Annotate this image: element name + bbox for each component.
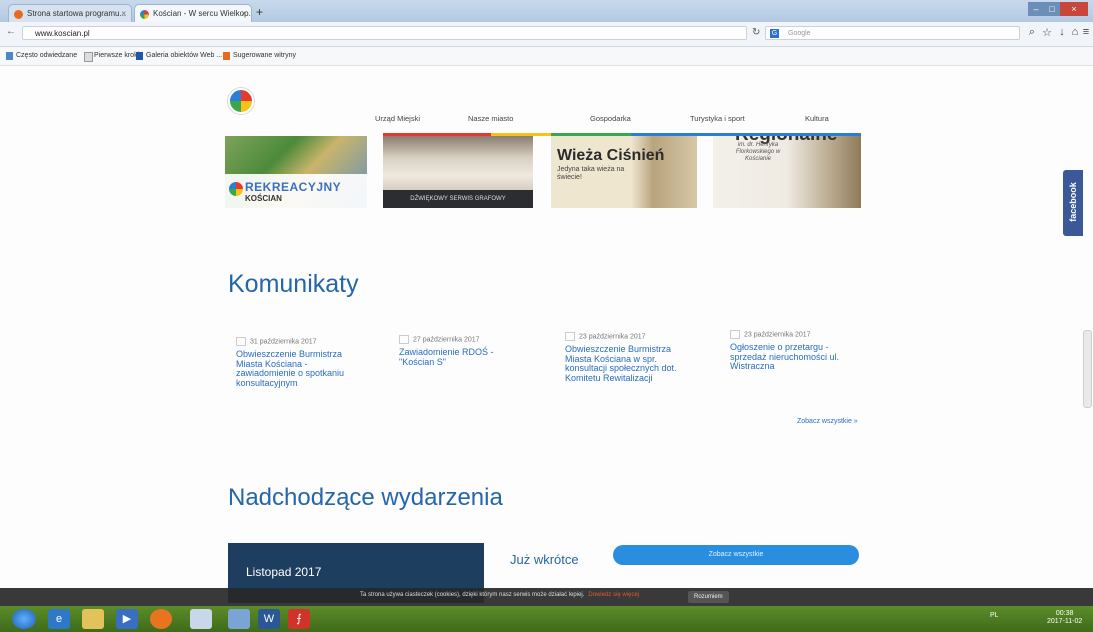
news-date: 23 października 2017 — [579, 333, 646, 341]
media-player-icon[interactable]: ▶ — [116, 609, 138, 629]
cookie-text: Ta strona używa ciasteczek (cookies), dz… — [360, 592, 585, 598]
menu-item-urzad[interactable]: Urząd Miejski — [375, 114, 420, 123]
news-title[interactable]: Obwieszczenie Burmistrza Miasta Kościana… — [565, 344, 695, 383]
tab-start-page[interactable]: Strona startowa programu... × — [8, 4, 132, 22]
page-icon — [84, 52, 93, 62]
download-arrow-icon[interactable]: ↓ — [1055, 26, 1069, 38]
bookmark-item[interactable]: Często odwiedzane — [6, 47, 77, 65]
tab-close-icon[interactable]: × — [121, 5, 126, 22]
menu-item-gospodarka[interactable]: Gospodarka — [590, 114, 631, 123]
banner-wieza-cisnien[interactable]: Wieża Ciśnień Jedyna taka wieża na świec… — [551, 136, 697, 208]
word-icon[interactable]: W — [258, 609, 280, 629]
banner-title: Wieża Ciśnień — [557, 147, 665, 164]
news-item[interactable]: 27 października 2017 Zawiadomienie RDOŚ … — [399, 335, 529, 367]
news-item[interactable]: 23 października 2017 Obwieszczenie Burmi… — [565, 332, 695, 383]
news-item[interactable]: 31 października 2017 Obwieszczenie Burmi… — [236, 337, 366, 388]
close-window-button[interactable]: × — [1060, 2, 1088, 16]
clock-time: 00:38 — [1055, 610, 1074, 617]
news-item[interactable]: 23 października 2017 Ogłoszenie o przeta… — [730, 330, 860, 372]
calendar-icon — [730, 330, 740, 339]
news-date: 27 października 2017 — [413, 336, 480, 344]
events-soon-label: Już wkrótce — [510, 552, 579, 567]
menu-item-nasze-miasto[interactable]: Nasze miasto — [468, 114, 513, 123]
scrollbar-thumb[interactable] — [1083, 330, 1092, 408]
calendar-icon — [399, 335, 409, 344]
firefox-icon[interactable] — [150, 609, 172, 629]
banner-caption: DŹWIĘKOWY SERWIS GRAFOWY — [383, 190, 533, 208]
internet-explorer-icon[interactable]: e — [48, 609, 70, 629]
banner-photo-archive[interactable]: DŹWIĘKOWY SERWIS GRAFOWY — [383, 136, 533, 208]
bookmark-icon — [136, 52, 143, 60]
back-arrow-icon[interactable]: ← — [6, 26, 16, 37]
see-all-news-link[interactable]: Zobacz wszystkie » — [797, 418, 858, 425]
system-tray[interactable]: PL — [990, 612, 999, 619]
taskbar-clock[interactable]: 00:38 2017-11-02 — [1047, 610, 1082, 626]
news-date: 31 października 2017 — [250, 338, 317, 346]
bookmark-star-icon[interactable]: ☆ — [1040, 26, 1054, 39]
search-engine-icon: G — [770, 29, 779, 38]
cookie-more-link[interactable]: Dowiedz się więcej — [588, 592, 639, 598]
cookie-bar: Ta strona używa ciasteczek (cookies), dz… — [0, 588, 1093, 606]
banner-rekreacyjny[interactable]: REKREACYJNY KOŚCIAN — [225, 136, 367, 208]
new-tab-button[interactable]: + — [256, 5, 263, 19]
calendar-icon — [565, 332, 575, 341]
section-title-events: Nadchodzące wydarzenia — [228, 484, 503, 511]
events-month: Listopad 2017 — [246, 565, 322, 579]
banner-subtitle: Jedyna taka wieża na świecie! — [557, 166, 625, 181]
pdf-reader-icon[interactable]: ⨍ — [288, 609, 310, 629]
clock-date: 2017-11-02 — [1047, 618, 1083, 625]
bookmark-item[interactable]: Sugerowane witryny — [223, 47, 296, 65]
banner-subtitle: KOŚCIAN — [245, 194, 282, 203]
menu-item-kultura[interactable]: Kultura — [805, 114, 829, 123]
news-title[interactable]: Obwieszczenie Burmistrza Miasta Kościana… — [236, 349, 366, 388]
menu-hamburger-icon[interactable]: ≡ — [1079, 26, 1093, 38]
cookie-accept-button[interactable]: Rozumiem — [688, 591, 729, 603]
menu-item-turystyka[interactable]: Turystyka i sport — [690, 114, 745, 123]
bookmark-icon — [6, 52, 13, 60]
site-logo[interactable] — [228, 88, 254, 114]
reload-icon[interactable]: ↻ — [752, 27, 760, 38]
banner-subtitle: im. dr. Henryka Florkowskiego w Kościani… — [735, 142, 781, 162]
minimize-button[interactable]: – — [1028, 2, 1044, 16]
section-title-komunikaty: Komunikaty — [228, 270, 359, 298]
search-input[interactable]: G Google — [765, 26, 1020, 40]
star-logo-icon — [229, 182, 243, 196]
maximize-button[interactable]: □ — [1044, 2, 1060, 16]
news-title[interactable]: Ogłoszenie o przetargu - sprzedaż nieruc… — [730, 342, 860, 372]
calendar-icon — [236, 337, 246, 346]
site-favicon — [140, 10, 149, 19]
address-bar[interactable]: www.koscian.pl — [22, 26, 747, 40]
bookmark-icon — [223, 52, 230, 60]
explorer-window-icon[interactable] — [190, 609, 212, 629]
bookmark-item[interactable]: Pierwsze kroki — [84, 47, 139, 65]
facebook-label: facebook — [1068, 182, 1078, 222]
tab-title: Kościan - W sercu Wielkop... — [153, 9, 252, 18]
start-button[interactable] — [12, 609, 36, 629]
tab-koscian[interactable]: Kościan - W sercu Wielkop... × — [134, 4, 252, 22]
news-date: 23 października 2017 — [744, 331, 811, 339]
facebook-tab[interactable]: facebook — [1063, 170, 1083, 236]
bookmark-item[interactable]: Galeria obiektów Web ... — [136, 47, 222, 65]
tab-title: Strona startowa programu... — [27, 9, 127, 18]
banner-title: REKREACYJNY — [245, 180, 342, 194]
firefox-icon — [14, 10, 23, 19]
magnifier-icon[interactable]: ⌕ — [1025, 26, 1039, 39]
news-title[interactable]: Zawiadomienie RDOŚ - "Kościan S" — [399, 347, 529, 367]
banner-muzeum[interactable]: Regionalne im. dr. Henryka Florkowskiego… — [713, 136, 861, 208]
image-viewer-icon[interactable] — [228, 609, 250, 629]
search-placeholder: Google — [788, 30, 811, 37]
tab-close-icon[interactable]: × — [241, 5, 246, 22]
see-all-events-button[interactable]: Zobacz wszystkie — [613, 545, 859, 565]
folder-icon[interactable] — [82, 609, 104, 629]
